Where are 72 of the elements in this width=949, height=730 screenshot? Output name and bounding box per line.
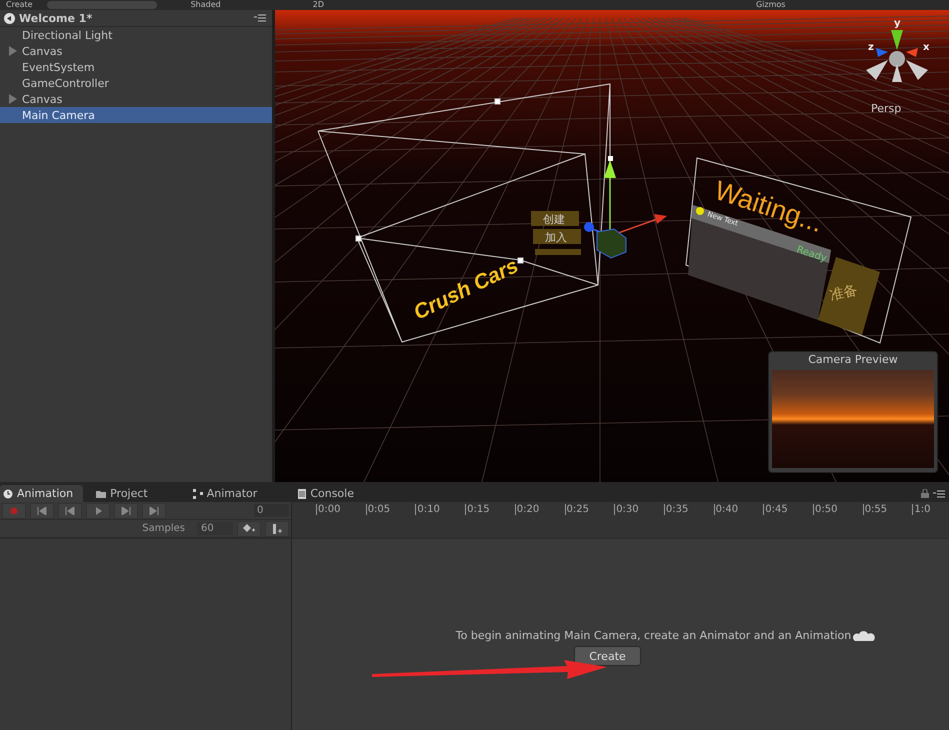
ready-status: Ready bbox=[795, 244, 828, 264]
nodes-icon bbox=[192, 488, 203, 498]
time-tick: 0:05 bbox=[366, 504, 390, 515]
dot-icon bbox=[9, 506, 19, 514]
panel-tab[interactable]: Console bbox=[295, 485, 364, 502]
next-frame-button[interactable] bbox=[114, 502, 138, 518]
play-button[interactable] bbox=[86, 502, 110, 518]
create-animator-message: To begin animating Main Camera, create an Animator and an Animation bbox=[456, 629, 852, 642]
axis-label: x bbox=[923, 42, 930, 53]
first-frame-button[interactable] bbox=[30, 502, 54, 518]
scene-name: Welcome 1* bbox=[19, 12, 94, 24]
hierarchy-item[interactable]: EventSystem bbox=[0, 59, 272, 75]
ready-label: 准备 bbox=[828, 282, 860, 304]
panel-tab[interactable]: Project bbox=[93, 485, 158, 502]
create-button[interactable]: Create bbox=[574, 646, 641, 666]
hierarchy-item[interactable]: Canvas bbox=[0, 91, 272, 107]
time-tick: 0:20 bbox=[514, 504, 540, 515]
samples-field[interactable]: 60 bbox=[197, 522, 233, 535]
search-field[interactable] bbox=[46, 1, 157, 9]
record-button[interactable] bbox=[2, 502, 26, 518]
add-keyframe-button[interactable] bbox=[237, 520, 261, 536]
prev-frame-button[interactable] bbox=[58, 502, 82, 518]
skip-icon bbox=[149, 506, 159, 514]
expand-arrow-icon[interactable] bbox=[8, 94, 18, 104]
time-tick: 0:50 bbox=[813, 504, 838, 515]
timeline-ruler[interactable]: 0:00 0:05 0:10 0:15 0:20 0:25 0:30 0:35 0:40 0:45 0:50 0:55 1:0 bbox=[292, 502, 949, 538]
clock-icon bbox=[3, 488, 13, 498]
time-tick: 0:25 bbox=[564, 504, 589, 515]
gizmos-dropdown[interactable]: Gizmos bbox=[750, 0, 792, 10]
skip-icon bbox=[37, 506, 47, 514]
skip-icon bbox=[121, 506, 131, 514]
menu-icon[interactable] bbox=[254, 14, 266, 22]
time-tick: 0:35 bbox=[664, 504, 688, 515]
marker-plus-icon bbox=[271, 524, 283, 534]
hierarchy-item[interactable]: Main Camera bbox=[0, 107, 272, 123]
create-menu[interactable]: Create bbox=[0, 0, 39, 10]
panel-tab[interactable]: Animator bbox=[190, 485, 268, 502]
play-icon bbox=[93, 506, 103, 514]
time-tick: 0:15 bbox=[465, 504, 490, 515]
panel-tab[interactable]: Animation bbox=[0, 485, 84, 502]
time-tick: 0:55 bbox=[862, 504, 888, 515]
game-title: Crush Cars bbox=[410, 254, 522, 324]
camera-preview-title: Camera Preview bbox=[807, 352, 899, 368]
folder-icon bbox=[96, 490, 106, 498]
projection-label[interactable]: Persp bbox=[871, 102, 902, 115]
axis-label: y bbox=[894, 18, 901, 29]
axis-label: z bbox=[868, 42, 874, 53]
time-tick: 0:40 bbox=[714, 504, 738, 515]
skip-icon bbox=[65, 506, 75, 514]
time-tick: 0:30 bbox=[614, 504, 639, 515]
2d-toggle[interactable]: 2D bbox=[306, 0, 330, 10]
cloud-icon bbox=[853, 630, 876, 640]
time-tick: 0:00 bbox=[316, 504, 340, 515]
frame-field[interactable]: 0 bbox=[254, 504, 289, 517]
time-tick: 1:0 bbox=[912, 504, 930, 515]
add-event-button[interactable] bbox=[265, 520, 289, 536]
diamond-plus-icon bbox=[243, 524, 255, 533]
menu-icon[interactable] bbox=[933, 490, 945, 498]
time-tick: 0:45 bbox=[763, 504, 788, 515]
samples-label: Samples bbox=[142, 523, 185, 534]
unity-logo-icon bbox=[4, 12, 15, 24]
document-icon bbox=[298, 488, 306, 498]
last-frame-button[interactable] bbox=[142, 502, 166, 518]
lock-icon[interactable] bbox=[921, 489, 929, 498]
hierarchy-item[interactable]: GameController bbox=[0, 75, 272, 91]
orientation-gizmo-drawing bbox=[866, 30, 928, 82]
time-tick: 0:10 bbox=[415, 504, 440, 515]
expand-arrow-icon[interactable] bbox=[8, 46, 18, 56]
shading-dropdown[interactable]: Shaded bbox=[184, 0, 227, 10]
hierarchy-item[interactable]: Directional Light bbox=[0, 27, 272, 43]
panel-bar bbox=[535, 249, 581, 255]
hierarchy-item[interactable]: Canvas bbox=[0, 43, 272, 59]
